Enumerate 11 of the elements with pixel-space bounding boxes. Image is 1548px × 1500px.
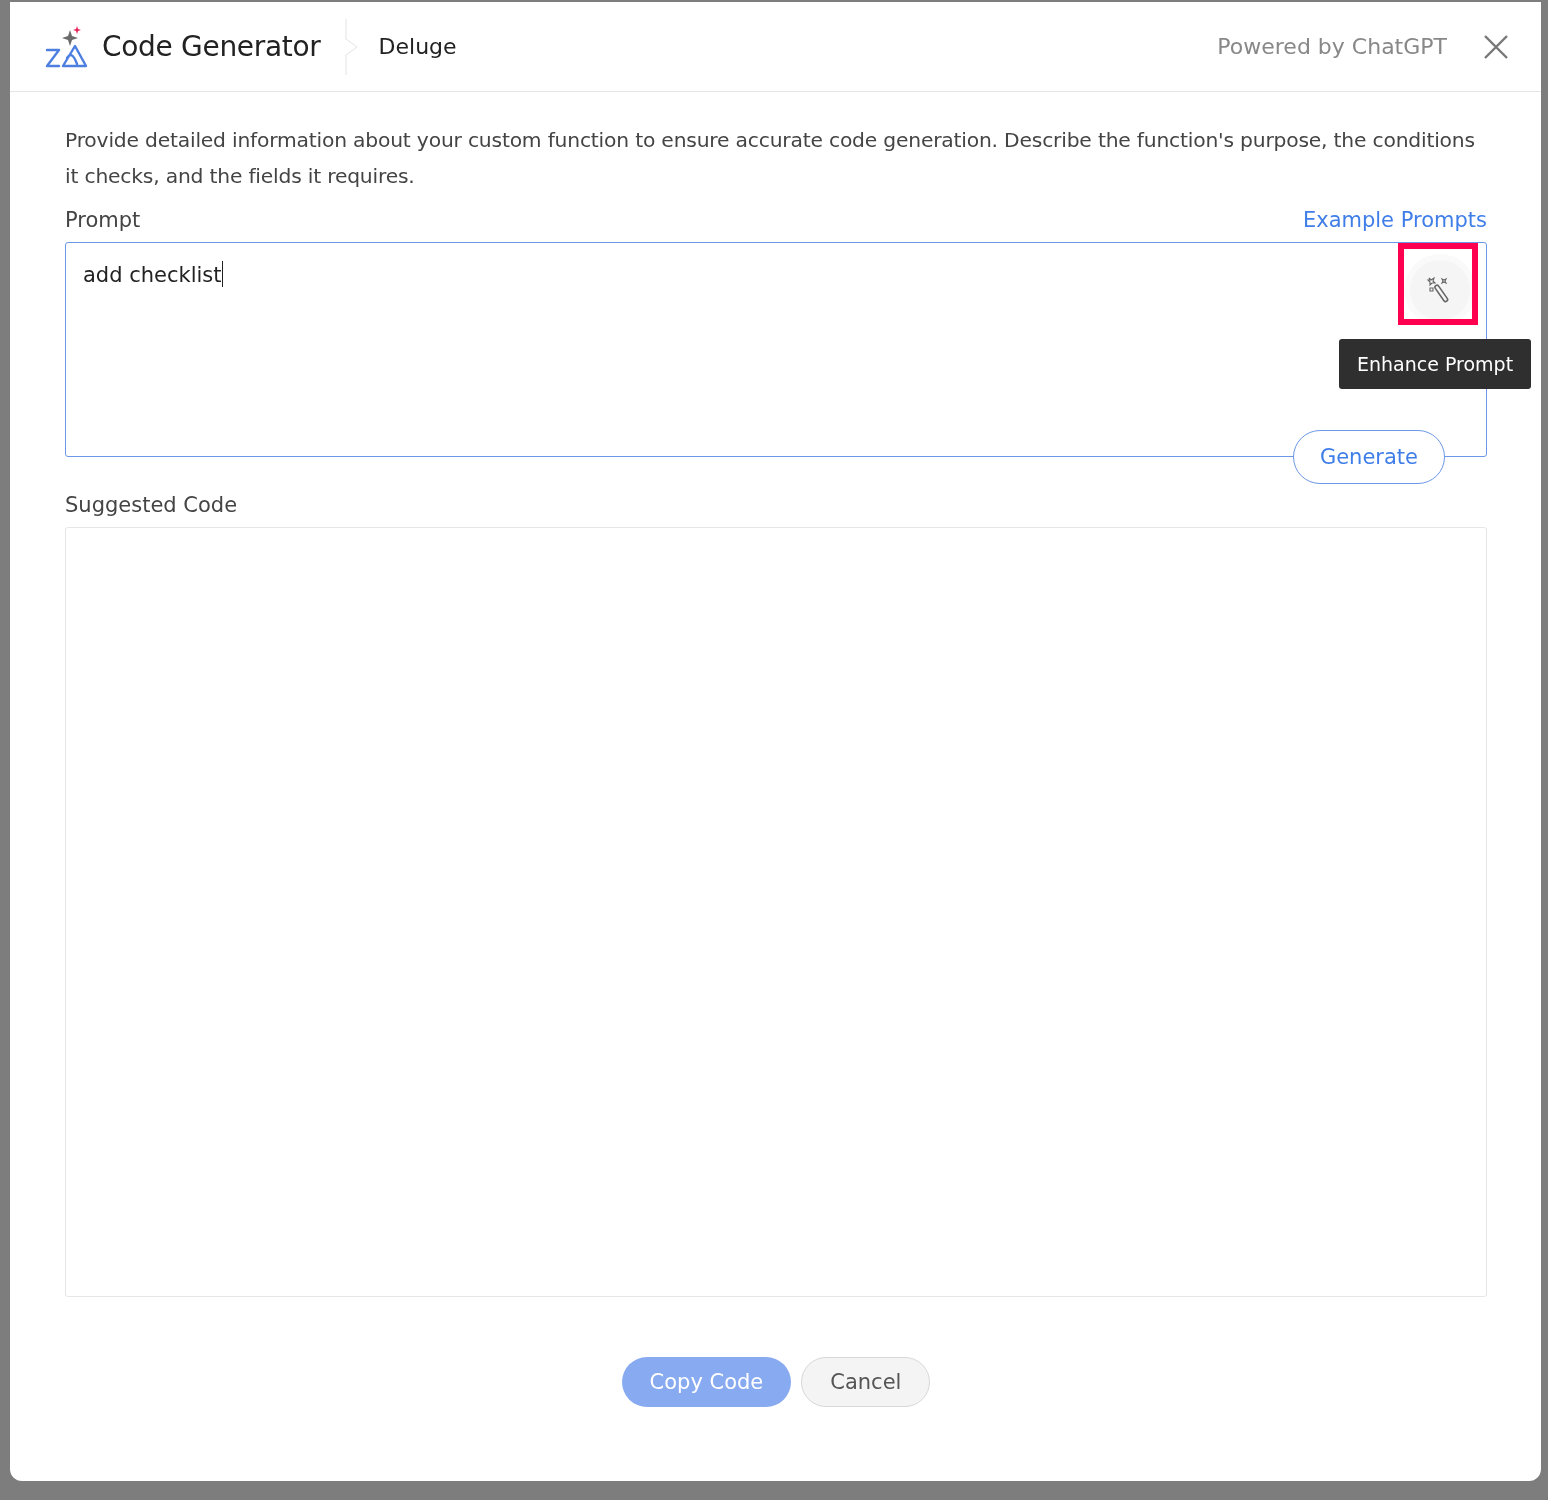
dialog-title: Code Generator [102, 30, 321, 63]
breadcrumb[interactable]: Deluge [378, 34, 457, 59]
tooltip: Enhance Prompt [1339, 339, 1532, 389]
example-prompts-link[interactable]: Example Prompts [1302, 208, 1487, 232]
suggested-code-label: Suggested Code [65, 493, 239, 517]
close-icon[interactable] [1483, 33, 1509, 60]
description-text: Provide detailed information about your custom function to ensure accurate code generation. Describe the function's purpose, the conditions it checks, and the fields it requires. [65, 127, 1476, 190]
powered-by-label: Powered by ChatGPT [1217, 34, 1447, 59]
prompt-label: Prompt [65, 208, 141, 232]
cancel-button[interactable]: Cancel [801, 1357, 931, 1407]
generate-button[interactable]: Generate [1292, 430, 1445, 484]
